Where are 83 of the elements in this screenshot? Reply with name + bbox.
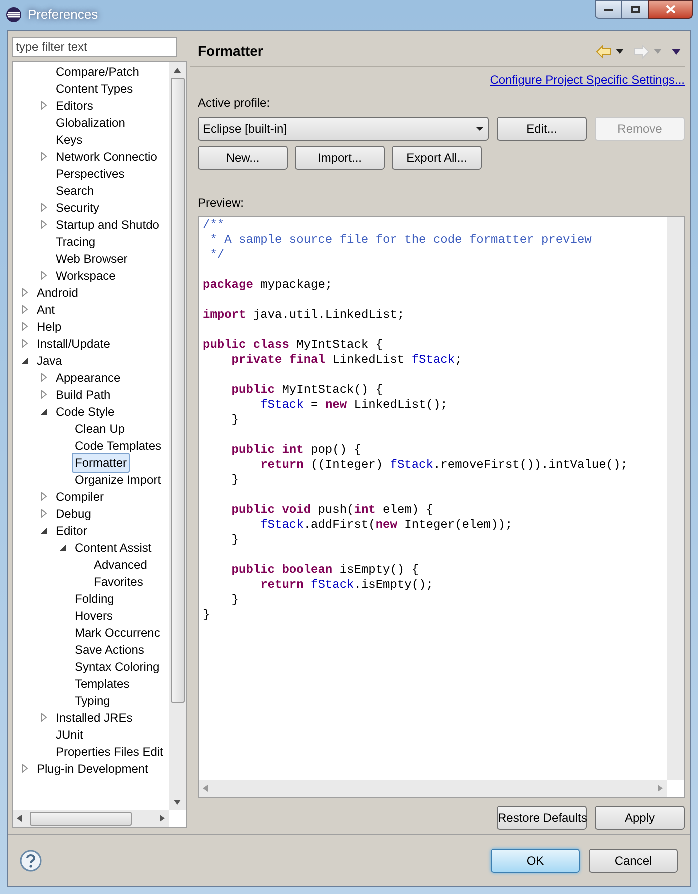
code-preview: /** * A sample source file for the code formatter preview */ package mypackage; import java.util.LinkedList; public class MyIntStack { private final LinkedList fStack; public MyIntStack() { fStack = new LinkedList(); } public int pop() { return ((Integer) fStack.removeFirst()).intValue(); } public void push(int elem) { fStack.addFirst(new Integer(elem)); } public boolean isEmpty() { return fStack.isEmpty(); } } [202, 217, 629, 624]
expand-arrow-icon[interactable] [40, 271, 48, 280]
minimize-button[interactable] [595, 0, 622, 19]
tree-item[interactable]: Hovers [72, 606, 116, 624]
tree-item[interactable]: Java [34, 352, 66, 370]
vertical-scrollbar[interactable] [667, 217, 684, 780]
tree-item[interactable]: Tracing [53, 232, 99, 250]
expand-arrow-icon[interactable] [40, 713, 48, 722]
tree-item[interactable]: Keys [53, 130, 86, 148]
vertical-scrollbar[interactable] [169, 62, 186, 810]
close-button[interactable] [648, 0, 693, 19]
help-icon[interactable] [20, 850, 42, 872]
horizontal-scrollbar[interactable] [13, 810, 169, 827]
window-title: Preferences [28, 6, 98, 24]
tree-item[interactable]: Mark Occurrenc [72, 624, 164, 642]
expand-arrow-icon[interactable] [21, 764, 29, 773]
profile-dropdown[interactable]: Eclipse [built-in] [198, 117, 489, 141]
tree-item[interactable]: Syntax Coloring [72, 658, 163, 676]
footer-button[interactable]: Apply [595, 806, 685, 830]
collapse-arrow-icon[interactable] [59, 544, 67, 552]
tree-item[interactable]: Content Types [53, 80, 136, 98]
collapse-arrow-icon[interactable] [40, 526, 48, 534]
tree-item[interactable]: Content Assist [72, 538, 155, 556]
menu-icon[interactable] [672, 48, 681, 54]
filter-field[interactable]: type filter text [12, 37, 177, 57]
tree-item[interactable]: JUnit [53, 726, 86, 744]
tree-item[interactable]: Debug [53, 504, 94, 522]
tree-item[interactable]: Android [34, 284, 82, 302]
tree-item[interactable]: Folding [72, 590, 118, 608]
expand-arrow-icon[interactable] [40, 152, 48, 161]
tree-item[interactable]: Installed JREs [53, 708, 136, 726]
tree-item[interactable]: Favorites [91, 572, 146, 590]
tree-item[interactable]: Editor [53, 522, 90, 540]
tree-item[interactable]: Install/Update [34, 334, 114, 352]
tree-item[interactable]: Appearance [53, 368, 124, 386]
tree-item[interactable]: Code Style [53, 402, 118, 420]
eclipse-logo-icon [6, 7, 22, 23]
tree-item[interactable]: Workspace [53, 266, 119, 284]
tree-item[interactable]: Compare/Patch [53, 62, 142, 80]
tree-item[interactable]: Code Templates [72, 436, 164, 454]
tree-item[interactable]: Compiler [53, 488, 108, 506]
dialog-button[interactable]: OK [491, 848, 580, 872]
tree-item[interactable]: Network Connectio [53, 148, 160, 166]
tree-item[interactable]: Clean Up [72, 420, 128, 438]
tree-item[interactable]: Startup and Shutdo [53, 216, 162, 234]
tree-item[interactable]: Typing [72, 692, 114, 710]
expand-arrow-icon[interactable] [40, 101, 48, 110]
scroll-down-arrow-icon[interactable] [174, 800, 181, 804]
collapse-arrow-icon[interactable] [40, 408, 48, 416]
tree-item[interactable]: Save Actions [72, 640, 148, 658]
profile-action-button[interactable]: Export All... [392, 146, 482, 170]
maximize-button[interactable] [622, 0, 648, 19]
preview-label: Preview: [198, 195, 246, 212]
dropdown-icon[interactable] [616, 49, 624, 54]
profile-button[interactable]: Edit... [497, 117, 587, 141]
tree-item[interactable]: Globalization [53, 114, 128, 132]
tree-item[interactable]: Organize Import [72, 470, 164, 488]
tree-item[interactable]: Editors [53, 96, 96, 114]
page-title: Formatter [198, 42, 264, 61]
tree-item[interactable]: Templates [72, 674, 133, 692]
tree-item[interactable]: Help [34, 318, 65, 336]
close-icon [666, 5, 676, 14]
tree-item[interactable]: Formatter [72, 452, 130, 472]
profile-action-button[interactable]: Import... [295, 146, 385, 170]
dropdown-icon [476, 127, 484, 131]
active-profile-label: Active profile: [198, 95, 272, 112]
tree-item[interactable]: Perspectives [53, 164, 128, 182]
tree-item[interactable]: Ant [34, 300, 58, 318]
tree-item[interactable]: Properties Files Edit [53, 742, 166, 760]
tree-item[interactable]: Search [53, 182, 98, 200]
profile-action-button[interactable]: New... [198, 146, 288, 170]
tree-item[interactable]: Web Browser [53, 250, 131, 268]
configure-settings-link[interactable]: Configure Project Specific Settings... [490, 71, 685, 89]
scroll-right-arrow-icon[interactable] [160, 815, 165, 822]
footer-button[interactable]: Restore Defaults [497, 806, 587, 830]
scroll-up-arrow-icon[interactable] [174, 68, 181, 72]
dialog-button[interactable]: Cancel [589, 848, 678, 872]
collapse-arrow-icon[interactable] [21, 356, 29, 364]
tree-item[interactable]: Build Path [53, 386, 114, 404]
tree-item[interactable]: Security [53, 198, 102, 216]
scroll-left-arrow-icon[interactable] [17, 815, 22, 822]
tree-item[interactable]: Plug-in Development [34, 760, 152, 778]
tree-item[interactable]: Advanced [91, 556, 150, 574]
